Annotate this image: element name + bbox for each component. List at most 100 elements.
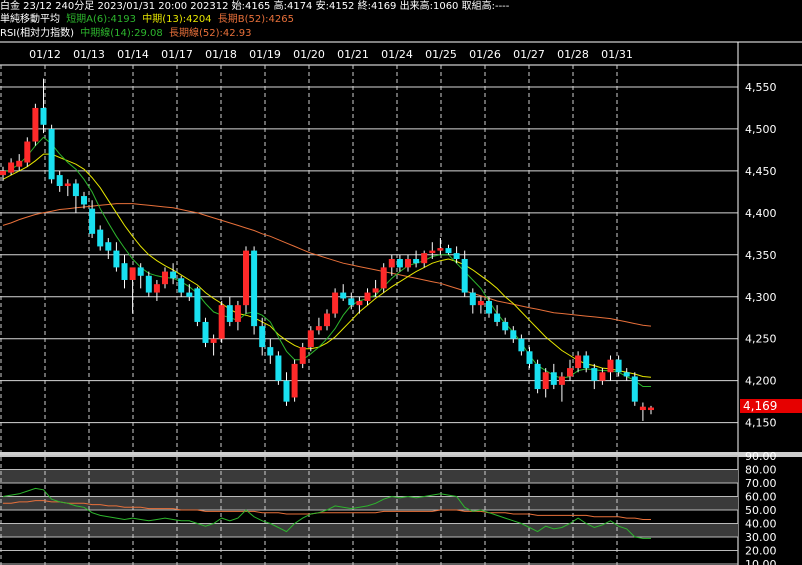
candle-body xyxy=(413,259,420,264)
candle-body xyxy=(348,298,355,306)
candle-body xyxy=(421,253,428,264)
rsi-tick-label: 80.00 xyxy=(745,464,777,477)
candle-body xyxy=(40,107,47,125)
candle-body xyxy=(291,363,298,398)
last-price-value: 4,169 xyxy=(743,399,778,413)
candle-body xyxy=(494,313,501,322)
candle-body xyxy=(81,196,87,205)
candle-body xyxy=(170,271,177,279)
candle-body xyxy=(623,372,630,377)
date-tick-label: 01/13 xyxy=(73,48,105,61)
rsi-tick-label: 30.00 xyxy=(745,531,777,544)
candle-body xyxy=(105,242,112,251)
rsi-tick-label: 60.00 xyxy=(745,491,777,504)
price-tick-label: 4,300 xyxy=(745,291,777,304)
candle-body xyxy=(599,372,606,381)
candle-body xyxy=(113,250,120,268)
price-tick-label: 4,250 xyxy=(745,333,777,346)
candle-body xyxy=(89,208,96,234)
candle-body xyxy=(364,292,371,301)
candlesticks xyxy=(0,78,654,421)
candle-body xyxy=(542,372,549,390)
candle-body xyxy=(315,326,322,331)
last-price-badge: 4,169 xyxy=(740,399,802,413)
date-tick-label: 01/27 xyxy=(513,48,545,61)
candle-body xyxy=(210,338,217,343)
date-tick-label: 01/28 xyxy=(557,48,589,61)
candle-body xyxy=(461,259,468,293)
price-tick-label: 4,500 xyxy=(745,123,777,136)
candle-body xyxy=(299,347,306,364)
candle-body xyxy=(583,355,590,369)
ma-long-line xyxy=(2,203,652,327)
date-axis: 01/12 01/13 01/14 01/17 01/18 01/19 01/20 01/21… xyxy=(29,48,633,61)
candle-body xyxy=(226,305,233,322)
rsi-axis: 90.0080.0070.0060.0050.0040.0030.0020.00… xyxy=(745,450,777,565)
candle-body xyxy=(550,372,557,385)
candle-body xyxy=(24,141,31,163)
candle-body xyxy=(526,351,533,364)
candle-body xyxy=(145,275,152,293)
candle-body xyxy=(259,326,266,348)
candle-body xyxy=(453,253,460,259)
candle-body xyxy=(121,263,128,280)
price-tick-label: 4,400 xyxy=(745,207,777,220)
price-chart[interactable]: 01/12 01/13 01/14 01/17 01/18 01/19 01/20 01/21… xyxy=(0,0,802,565)
candle-body xyxy=(534,363,541,390)
date-tick-label: 01/20 xyxy=(293,48,325,61)
rsi-band xyxy=(0,469,738,483)
candle-body xyxy=(283,380,290,402)
date-tick-label: 01/12 xyxy=(29,48,61,61)
date-tick-label: 01/25 xyxy=(425,48,457,61)
candle-body xyxy=(437,248,444,251)
candle-body xyxy=(202,321,209,343)
candle-body xyxy=(72,183,79,197)
candle-body xyxy=(405,259,411,268)
date-tick-label: 01/19 xyxy=(249,48,281,61)
candle-body xyxy=(275,355,282,381)
price-tick-label: 4,200 xyxy=(745,375,777,388)
candle-body xyxy=(186,292,193,297)
candle-body xyxy=(502,321,509,331)
candle-body xyxy=(356,300,363,306)
rsi-tick-label: 90.00 xyxy=(745,450,777,463)
candle-body xyxy=(510,330,517,339)
candle-body xyxy=(575,355,582,369)
candle-body xyxy=(477,300,484,306)
candle-body xyxy=(340,292,347,299)
candle-body xyxy=(396,259,403,268)
candle-body xyxy=(0,170,6,176)
candle-body xyxy=(218,305,225,339)
date-tick-label: 01/31 xyxy=(601,48,633,61)
rsi-tick-label: 10.00 xyxy=(745,558,777,565)
candle-body xyxy=(32,107,39,142)
candle-body xyxy=(380,267,387,289)
price-axis: 4,550 4,500 4,450 4,400 4,350 4,300 4,250 4,200… xyxy=(745,81,777,430)
date-tick-label: 01/24 xyxy=(381,48,413,61)
candle-body xyxy=(324,313,330,327)
rsi-tick-label: 50.00 xyxy=(745,504,777,517)
candle-body xyxy=(16,160,23,167)
candle-body xyxy=(129,267,136,280)
chart-grid xyxy=(0,41,802,565)
candle-body xyxy=(8,162,15,173)
candle-body xyxy=(486,300,492,314)
candle-body xyxy=(639,406,646,411)
date-tick-label: 01/17 xyxy=(161,48,193,61)
candle-body xyxy=(153,284,160,293)
candle-body xyxy=(591,368,598,381)
candle-body xyxy=(372,288,379,293)
price-tick-label: 4,450 xyxy=(745,165,777,178)
candle-body xyxy=(429,250,436,254)
candle-body xyxy=(267,347,274,356)
candle-body xyxy=(178,278,185,293)
rsi-band xyxy=(0,496,738,510)
candle-body xyxy=(648,407,654,411)
rsi-tick-label: 70.00 xyxy=(745,477,777,490)
candle-body xyxy=(251,250,258,327)
candle-body xyxy=(567,368,573,377)
candle-body xyxy=(234,305,241,322)
candle-body xyxy=(243,250,249,306)
rsi-tick-label: 40.00 xyxy=(745,518,777,531)
moving-average-lines xyxy=(2,136,652,387)
